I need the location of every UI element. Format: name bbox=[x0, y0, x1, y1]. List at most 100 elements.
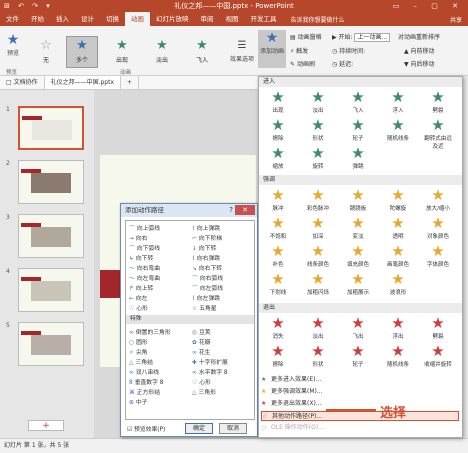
entrance-effect[interactable]: ★ 出现 bbox=[263, 89, 293, 115]
emphasis-effect[interactable]: ★ 放大/缩小 bbox=[423, 187, 453, 213]
move-later-button[interactable]: ▼ 向后移动 bbox=[404, 59, 435, 68]
path-item[interactable]: ↓ 向下转 bbox=[192, 243, 216, 252]
dialog-close-button[interactable]: ✕ bbox=[235, 205, 255, 215]
path-item[interactable]: ✧ 尖角 bbox=[129, 347, 147, 356]
tab-home[interactable]: 开始 bbox=[25, 12, 50, 26]
emphasis-effect[interactable]: ★ 彩色脉冲 bbox=[303, 187, 333, 213]
tab-slideshow[interactable]: 幻灯片放映 bbox=[150, 12, 195, 26]
slide-thumbnail-1[interactable] bbox=[18, 106, 84, 150]
tab-developer[interactable]: 开发工具 bbox=[245, 12, 283, 26]
path-item[interactable]: 8 垂直数字 8 bbox=[129, 377, 163, 386]
exit-effect[interactable]: ★ 收缩并旋转 bbox=[423, 343, 453, 369]
emphasis-effect[interactable]: ★ 跷跷板 bbox=[343, 187, 373, 213]
preview-effect-checkbox[interactable]: ☑ 预览效果(P) bbox=[127, 424, 165, 433]
entrance-effect[interactable]: ★ 翻转式由远及近 bbox=[423, 117, 453, 151]
slide-thumbnail-3[interactable] bbox=[18, 214, 84, 258]
tab-insert[interactable]: 插入 bbox=[50, 12, 75, 26]
more-motion-paths[interactable]: ☆ 其他动作路径(P)... bbox=[261, 411, 459, 421]
path-item[interactable]: ☆ 五角星 bbox=[192, 303, 217, 312]
new-tab-button[interactable]: + bbox=[121, 76, 140, 89]
entrance-effect[interactable]: ★ 劈裂 bbox=[423, 89, 453, 115]
preview-button[interactable]: ★ 预览 bbox=[3, 32, 23, 57]
emphasis-effect[interactable]: ★ 变淡 bbox=[343, 215, 373, 241]
animation-multiple[interactable]: ★ 多个 bbox=[66, 36, 98, 68]
exit-effect[interactable]: ★ 轮子 bbox=[343, 343, 373, 369]
motion-path-list[interactable]: ⌒ 向上弧线 ⌇ 向上弹跳 → 向右 ⌐ 向下阶梯 ⌒ 向下弧线 ↓ 向下转 ↳ 向下转 ⌇ 向… bbox=[125, 220, 255, 420]
tab-transitions[interactable]: 切换 bbox=[100, 12, 125, 26]
quick-access-toolbar[interactable]: ⊞ ↶ ↷ ▾ bbox=[4, 0, 53, 12]
tab-review[interactable]: 审阅 bbox=[195, 12, 220, 26]
entrance-effect[interactable]: ★ 淡出 bbox=[303, 89, 333, 115]
entrance-effect[interactable]: ★ 弹跳 bbox=[343, 145, 373, 171]
doc-tab-collab[interactable]: □ 文档协作 bbox=[0, 76, 45, 89]
emphasis-effect[interactable]: ★ 不饱和 bbox=[263, 215, 293, 241]
path-item[interactable]: ⌘ 正方形结 bbox=[129, 387, 160, 396]
slide-thumbnail-2[interactable] bbox=[18, 160, 84, 204]
entrance-effect[interactable]: ★ 随机线条 bbox=[383, 117, 413, 143]
add-animation-button[interactable]: ★ 添加动画 bbox=[258, 30, 286, 68]
entrance-effect[interactable]: ★ 旋转 bbox=[303, 145, 333, 171]
emphasis-effect[interactable]: ★ 波浪形 bbox=[383, 271, 413, 297]
path-item[interactable]: 〜向右弯曲 bbox=[129, 263, 160, 272]
emphasis-effect[interactable]: ★ 加粗展示 bbox=[343, 271, 373, 297]
exit-effect[interactable]: ★ 浮出 bbox=[383, 315, 413, 341]
exit-effect[interactable]: ★ 劈裂 bbox=[423, 315, 453, 341]
slide-thumbnail-4[interactable] bbox=[18, 268, 84, 312]
entrance-effect[interactable]: ★ 缩放 bbox=[263, 145, 293, 171]
entrance-effect[interactable]: ★ 浮入 bbox=[383, 89, 413, 115]
path-item[interactable]: ♡ 心形 bbox=[129, 303, 148, 312]
share-button[interactable]: 共享 bbox=[450, 15, 462, 24]
emphasis-effect[interactable]: ★ 透明 bbox=[383, 215, 413, 241]
path-item[interactable]: ✚ 十字形扩展 bbox=[192, 357, 228, 366]
path-item[interactable]: ↳ 向下转 bbox=[129, 253, 153, 262]
slide-thumbnail-5[interactable] bbox=[18, 322, 84, 366]
exit-effect[interactable]: ★ 随机线条 bbox=[383, 343, 413, 369]
path-item[interactable]: △ 三角结 bbox=[129, 357, 153, 366]
path-item[interactable]: ⌐ 向下阶梯 bbox=[192, 233, 222, 242]
path-item[interactable]: ⌇ 向上弹跳 bbox=[192, 223, 220, 232]
animation-appear[interactable]: ★ 出现 bbox=[106, 36, 138, 68]
path-item[interactable]: ⌒ 向下弧线 bbox=[129, 243, 160, 252]
emphasis-effect[interactable]: ★ 对象颜色 bbox=[423, 215, 453, 241]
animation-pane-button[interactable]: ▤ 动画窗格 bbox=[290, 32, 322, 41]
emphasis-effect[interactable]: ★ 画笔颜色 bbox=[383, 243, 413, 269]
path-item[interactable]: ✿ 花瓣 bbox=[192, 337, 210, 346]
new-slide-button[interactable]: + bbox=[28, 420, 64, 431]
more-emphasis-effects[interactable]: ★ 更多强调效果(M)... bbox=[261, 387, 459, 397]
path-item[interactable]: ← 向左 bbox=[129, 293, 147, 302]
path-item[interactable]: 〜向左弯曲 bbox=[129, 273, 160, 282]
more-exit-effects[interactable]: ★ 更多退出效果(X)... bbox=[261, 399, 459, 409]
exit-effect[interactable]: ★ 淡出 bbox=[303, 315, 333, 341]
emphasis-effect[interactable]: ★ 加粗闪烁 bbox=[303, 271, 333, 297]
path-item[interactable]: → 向右 bbox=[129, 233, 147, 242]
ok-button[interactable]: 确定 bbox=[185, 423, 213, 434]
start-select[interactable]: 上一动画... bbox=[354, 33, 391, 42]
emphasis-effect[interactable]: ★ 下划线 bbox=[263, 271, 293, 297]
path-item[interactable]: ∞ 倒置的三角形 bbox=[129, 327, 171, 336]
entrance-effect[interactable]: ★ 形状 bbox=[303, 117, 333, 143]
tab-file[interactable]: 文件 bbox=[0, 12, 25, 26]
cancel-button[interactable]: 取消 bbox=[219, 423, 247, 434]
path-item[interactable]: ⌇ 向右弹跳 bbox=[192, 253, 220, 262]
entrance-effect[interactable]: ★ 轮子 bbox=[343, 117, 373, 143]
animation-fade[interactable]: ★ 淡出 bbox=[146, 36, 178, 68]
tab-animations[interactable]: 动画 bbox=[125, 12, 150, 26]
path-item[interactable]: ∞ 水平数字 8 bbox=[192, 367, 228, 376]
duration-control[interactable]: ◷ 持续时间: bbox=[332, 46, 365, 55]
path-item[interactable]: ⌒ 向上弧线 bbox=[129, 223, 160, 232]
entrance-effect[interactable]: ★ 擦除 bbox=[263, 117, 293, 143]
window-controls[interactable]: ▭ – ▢ ✕ bbox=[393, 0, 464, 12]
path-item[interactable]: ↘ 向右下转 bbox=[192, 263, 222, 272]
emphasis-effect[interactable]: ★ 陀螺旋 bbox=[383, 187, 413, 213]
exit-effect[interactable]: ★ 形状 bbox=[303, 343, 333, 369]
path-item[interactable]: ⌒ 向右弧线 bbox=[192, 273, 223, 282]
path-item[interactable]: ⊛ 中子 bbox=[129, 397, 147, 406]
path-item[interactable]: ⌇ 向左弹跳 bbox=[192, 293, 220, 302]
emphasis-effect[interactable]: ★ 脉冲 bbox=[263, 187, 293, 213]
emphasis-effect[interactable]: ★ 填充颜色 bbox=[343, 243, 373, 269]
emphasis-effect[interactable]: ★ 加深 bbox=[303, 215, 333, 241]
path-item[interactable]: ◎ 豆荚 bbox=[192, 327, 211, 336]
tell-me-search[interactable]: 告诉我你想要做什么 bbox=[291, 15, 345, 24]
exit-effect[interactable]: ★ 飞出 bbox=[343, 315, 373, 341]
tab-design[interactable]: 设计 bbox=[75, 12, 100, 26]
